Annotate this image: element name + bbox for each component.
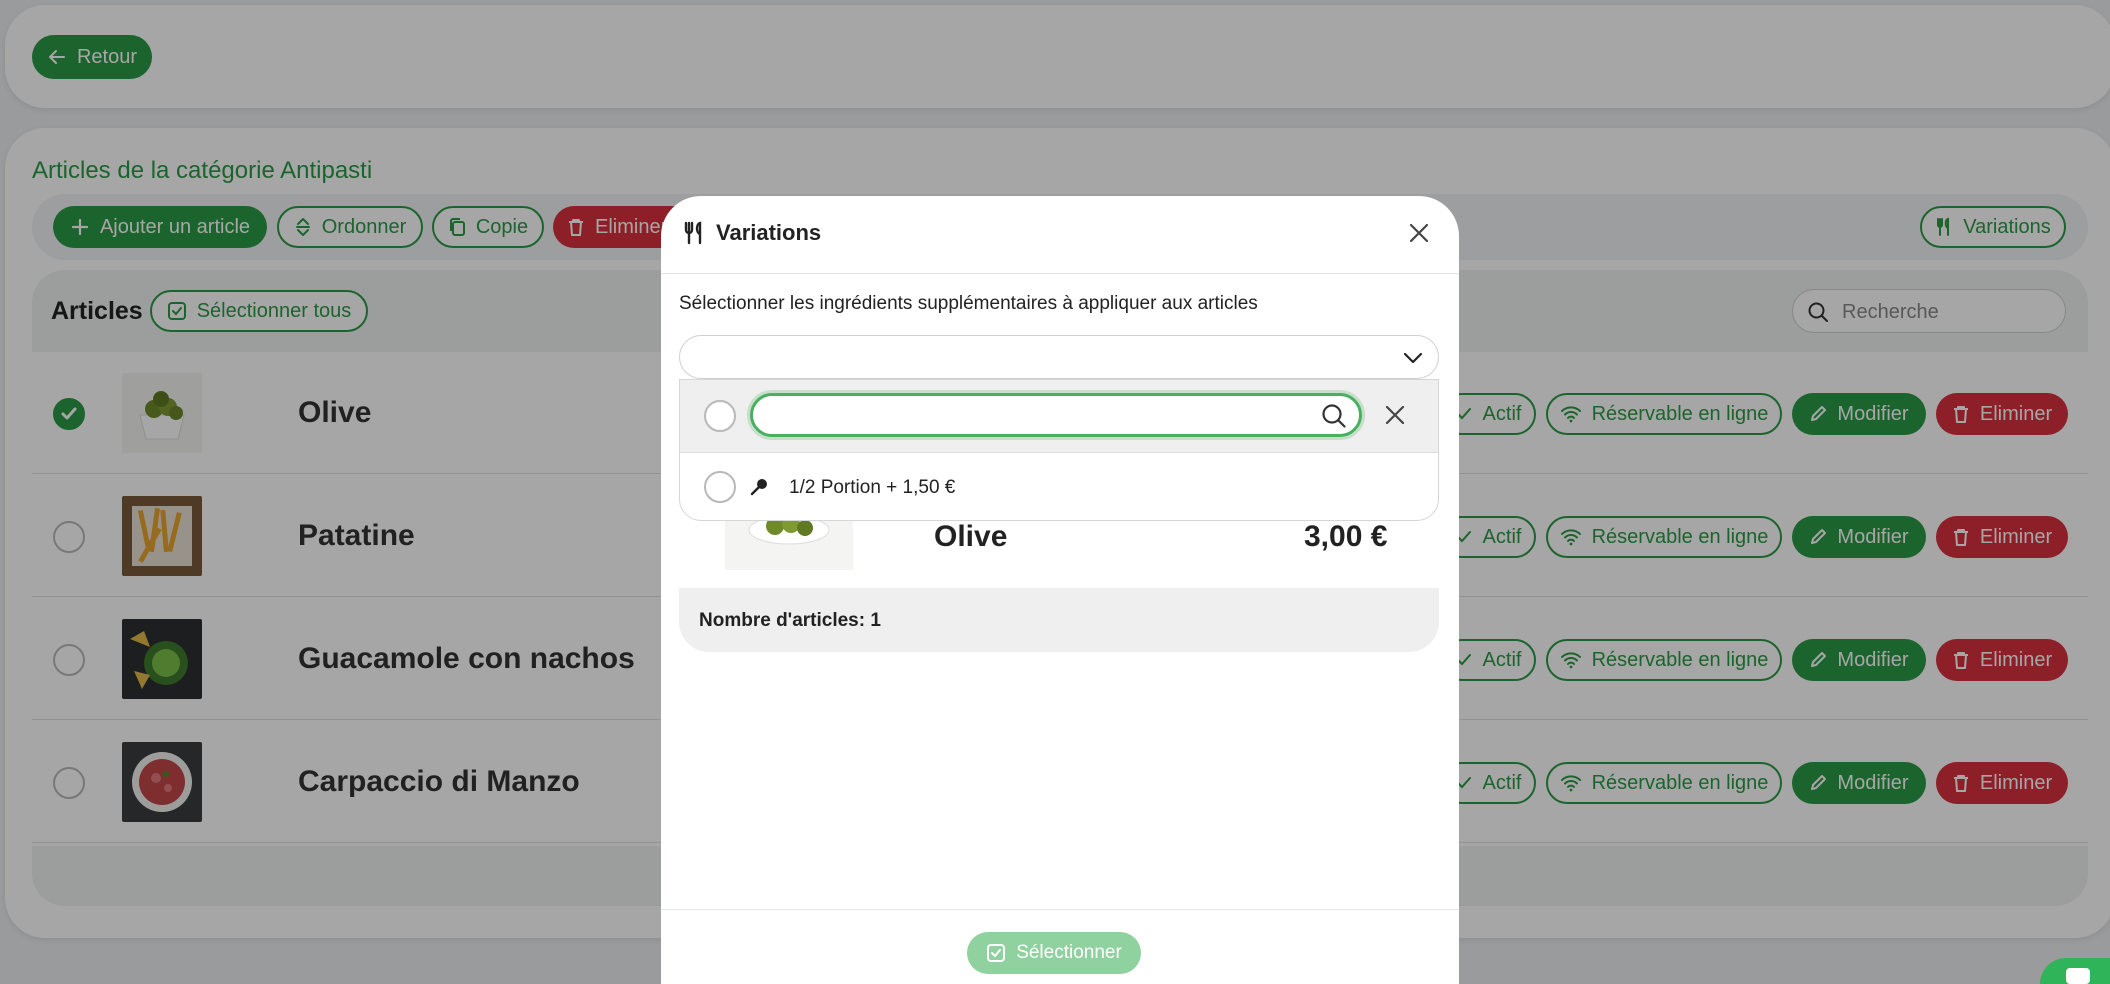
select-label: Sélectionner <box>1016 942 1122 963</box>
ingredients-select[interactable] <box>679 335 1439 379</box>
fork-knife-icon <box>683 221 705 245</box>
close-icon[interactable] <box>1385 405 1405 425</box>
select-all-options-radio[interactable] <box>704 400 736 432</box>
chat-icon <box>2064 966 2092 984</box>
chat-bubble[interactable] <box>2040 958 2110 984</box>
item-name: Olive <box>934 520 1008 553</box>
pin-icon <box>749 477 769 497</box>
option-label: 1/2 Portion + 1,50 € <box>789 477 956 498</box>
dropdown-search-input[interactable] <box>750 393 1362 437</box>
ingredients-dropdown: 1/2 Portion + 1,50 € <box>679 379 1439 521</box>
search-icon[interactable] <box>1321 403 1347 429</box>
article-count: Nombre d'articles: 1 <box>699 610 881 631</box>
check-square-icon <box>986 943 1006 963</box>
item-price: 3,00 € <box>1304 520 1388 553</box>
modal-header-divider <box>661 273 1459 274</box>
option-item[interactable]: 1/2 Portion + 1,50 € <box>680 453 1438 520</box>
modal-title: Variations <box>716 220 822 245</box>
modal-footer-divider <box>661 909 1459 910</box>
option-radio[interactable] <box>704 471 736 503</box>
modal-description: Sélectionner les ingrédients supplémenta… <box>679 293 1258 314</box>
variations-modal: Variations Sélectionner les ingrédients … <box>661 196 1459 984</box>
select-button[interactable]: Sélectionner <box>967 932 1141 974</box>
chevron-down-icon <box>1402 347 1424 369</box>
close-icon[interactable] <box>1408 222 1430 244</box>
